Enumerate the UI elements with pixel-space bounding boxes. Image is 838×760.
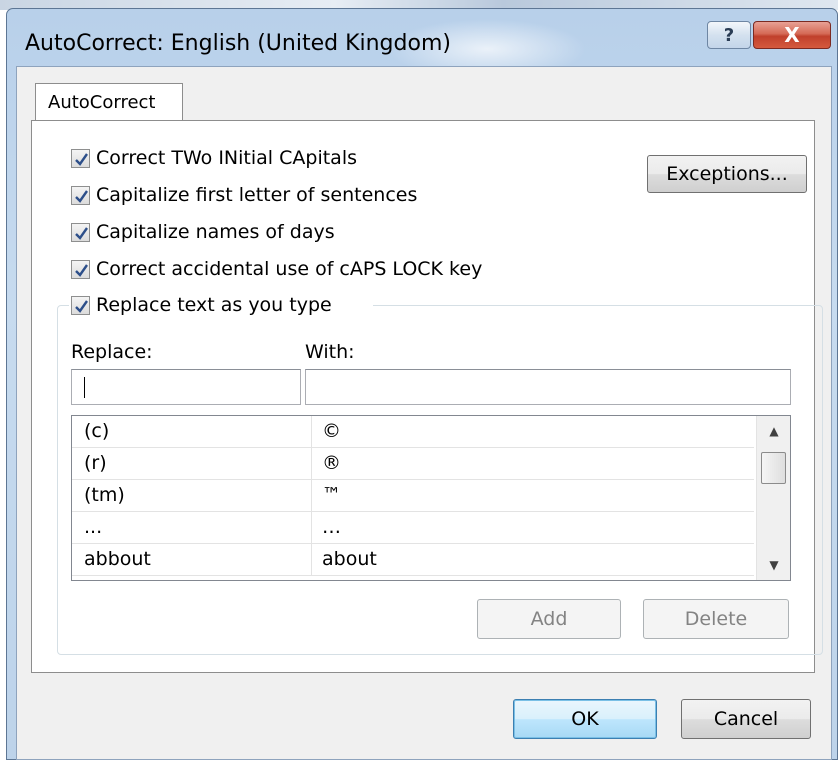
delete-button[interactable]: Delete xyxy=(643,599,789,639)
option-correct-caps-lock[interactable]: Correct accidental use of cAPS LOCK key xyxy=(71,258,482,280)
option-capitalize-first-letter[interactable]: Capitalize first letter of sentences xyxy=(71,184,417,206)
with-cell: ™ xyxy=(322,484,341,506)
checkbox[interactable] xyxy=(71,295,90,315)
with-cell: about xyxy=(322,548,377,570)
column-divider xyxy=(311,480,312,512)
option-correct-two-initial-capitals[interactable]: Correct TWo INitial CApitals xyxy=(71,147,357,169)
replace-cell: abbout xyxy=(84,548,151,570)
ok-button[interactable]: OK xyxy=(513,699,657,739)
list-item[interactable]: (c) © xyxy=(72,416,754,448)
vertical-scrollbar[interactable]: ▲ ▼ xyxy=(756,416,790,580)
help-button[interactable]: ? xyxy=(707,21,751,49)
checkmark-icon xyxy=(75,152,88,166)
list-item[interactable]: ... … xyxy=(72,512,754,544)
list-item[interactable]: (r) ® xyxy=(72,448,754,480)
checkmark-icon xyxy=(75,226,88,240)
replace-cell: (r) xyxy=(84,452,107,474)
option-label: Correct TWo INitial CApitals xyxy=(96,147,357,169)
with-input[interactable] xyxy=(305,369,791,405)
checkmark-icon xyxy=(75,263,88,277)
scroll-up-icon[interactable]: ▲ xyxy=(757,418,790,444)
replace-cell: ... xyxy=(84,516,103,538)
with-cell: … xyxy=(322,516,341,538)
replace-input[interactable] xyxy=(71,369,301,405)
dialog-client-area: AutoCorrect Correct TWo INitial CApitals… xyxy=(16,66,832,760)
replace-cell: (c) xyxy=(84,420,110,442)
checkbox[interactable] xyxy=(71,185,90,205)
text-caret xyxy=(84,377,85,398)
option-label: Capitalize names of days xyxy=(96,221,335,243)
column-divider xyxy=(311,416,312,448)
close-icon: X xyxy=(784,23,800,47)
replace-label: Replace: xyxy=(71,341,153,363)
list-item[interactable]: (tm) ™ xyxy=(72,480,754,512)
scrollbar-thumb[interactable] xyxy=(761,452,786,484)
column-divider xyxy=(311,448,312,480)
checkbox[interactable] xyxy=(71,259,90,279)
help-icon: ? xyxy=(723,24,735,46)
cancel-button[interactable]: Cancel xyxy=(681,699,811,739)
checkmark-icon xyxy=(75,299,88,313)
scroll-down-icon[interactable]: ▼ xyxy=(757,552,790,578)
checkbox[interactable] xyxy=(71,148,90,168)
with-cell: ® xyxy=(322,452,341,474)
exceptions-button[interactable]: Exceptions... xyxy=(647,155,807,193)
add-button[interactable]: Add xyxy=(477,599,621,639)
with-cell: © xyxy=(322,420,341,442)
close-button[interactable]: X xyxy=(753,21,831,49)
option-capitalize-names-of-days[interactable]: Capitalize names of days xyxy=(71,221,335,243)
replace-cell: (tm) xyxy=(84,484,125,506)
option-label: Correct accidental use of cAPS LOCK key xyxy=(96,258,483,280)
option-label: Replace text as you type xyxy=(96,294,332,316)
option-replace-text-as-you-type[interactable]: Replace text as you type xyxy=(71,294,332,316)
list-item[interactable]: abbout about xyxy=(72,544,754,576)
autocorrect-entries-list[interactable]: (c) © (r) ® (tm) ™ ... … abbout about ▲ … xyxy=(71,415,791,581)
column-divider xyxy=(311,512,312,544)
window-title: AutoCorrect: English (United Kingdom) xyxy=(25,31,451,56)
option-label: Capitalize first letter of sentences xyxy=(96,184,418,206)
checkmark-icon xyxy=(75,189,88,203)
with-label: With: xyxy=(305,341,355,363)
column-divider xyxy=(311,544,312,576)
checkbox[interactable] xyxy=(71,222,90,242)
tab-autocorrect[interactable]: AutoCorrect xyxy=(35,83,183,121)
